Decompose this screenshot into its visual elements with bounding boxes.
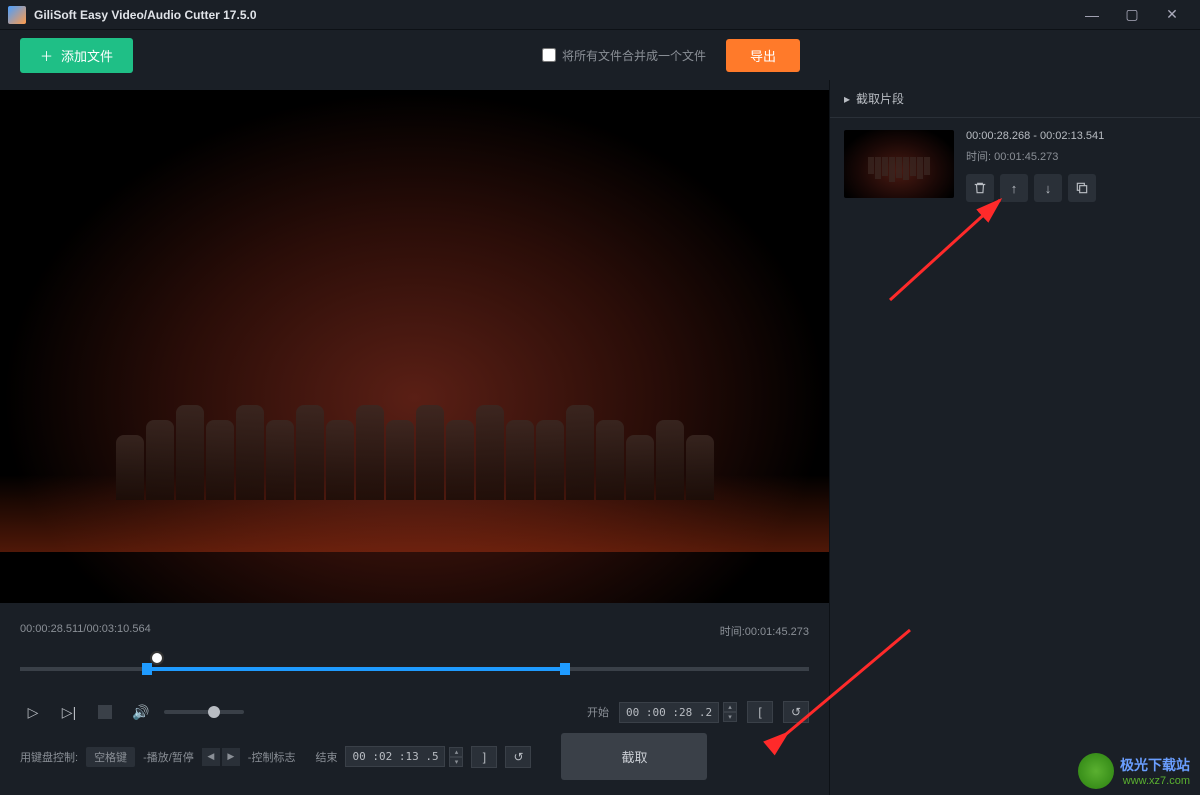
left-panel: 00:00:28.511/00:03:10.564 时间:00:01:45.27… xyxy=(0,80,830,795)
copy-icon xyxy=(1075,181,1089,195)
toolbar: ＋ 添加文件 将所有文件合并成一个文件 导出 xyxy=(0,30,1200,80)
add-file-button[interactable]: ＋ 添加文件 xyxy=(20,38,133,73)
minimize-button[interactable]: — xyxy=(1072,0,1112,30)
arrow-down-icon: ↓ xyxy=(1045,181,1052,196)
plus-icon: ＋ xyxy=(40,46,53,65)
stepper-up-icon[interactable]: ▴ xyxy=(723,702,737,712)
segments-header-label: 截取片段 xyxy=(856,90,904,107)
timeline-selection[interactable] xyxy=(146,667,564,671)
segment-info: 00:00:28.268 - 00:02:13.541 时间: 00:01:45… xyxy=(966,130,1186,202)
playhead-time: 00:00:28.511/00:03:10.564 xyxy=(20,623,151,639)
video-preview[interactable] xyxy=(0,90,829,603)
keyboard-hints: 用键盘控制: 空格键 -播放/暂停 ◀ ▶ -控制标志 结束 ▴ ▾ xyxy=(20,746,531,768)
maximize-button[interactable]: ▢ xyxy=(1112,0,1152,30)
arrow-up-icon: ↑ xyxy=(1011,181,1018,196)
reset-end-button[interactable]: ↺ xyxy=(505,746,531,768)
start-label: 开始 xyxy=(587,704,609,720)
space-key-badge: 空格键 xyxy=(86,747,135,767)
right-arrow-key-icon: ▶ xyxy=(222,748,240,766)
stepper-down-icon[interactable]: ▾ xyxy=(723,712,737,722)
end-time-input[interactable] xyxy=(345,746,445,767)
close-button[interactable]: ✕ xyxy=(1152,0,1192,30)
play-button[interactable]: ▷ xyxy=(20,699,46,725)
left-arrow-key-icon: ◀ xyxy=(202,748,220,766)
selection-start-handle[interactable] xyxy=(142,663,152,675)
keyboard-prefix: 用键盘控制: xyxy=(20,749,78,765)
watermark-logo-icon xyxy=(1078,753,1114,789)
playhead[interactable] xyxy=(150,651,164,665)
end-label: 结束 xyxy=(315,749,337,765)
volume-slider[interactable] xyxy=(164,710,244,714)
window-controls: — ▢ ✕ xyxy=(1072,0,1192,30)
copy-segment-button[interactable] xyxy=(1068,174,1096,202)
end-time-stepper[interactable]: ▴ ▾ xyxy=(449,747,463,767)
segments-header[interactable]: ▸ 截取片段 xyxy=(830,80,1200,118)
stop-button[interactable] xyxy=(92,699,118,725)
reset-start-button[interactable]: ↺ xyxy=(783,701,809,723)
watermark-line2: www.xz7.com xyxy=(1120,775,1190,787)
move-down-button[interactable]: ↓ xyxy=(1034,174,1062,202)
add-file-label: 添加文件 xyxy=(61,46,113,65)
merge-all-label: 将所有文件合并成一个文件 xyxy=(562,47,706,64)
set-end-bracket-button[interactable]: ] xyxy=(471,746,497,768)
merge-all-input[interactable] xyxy=(542,48,556,62)
move-up-button[interactable]: ↑ xyxy=(1000,174,1028,202)
segment-range: 00:00:28.268 - 00:02:13.541 xyxy=(966,130,1186,142)
segment-item[interactable]: 00:00:28.268 - 00:02:13.541 时间: 00:01:45… xyxy=(830,118,1200,214)
play-pause-hint: -播放/暂停 xyxy=(143,749,194,765)
app-title: GiliSoft Easy Video/Audio Cutter 17.5.0 xyxy=(34,8,1072,22)
start-time-stepper[interactable]: ▴ ▾ xyxy=(723,702,737,722)
watermark-line1: 极光下载站 xyxy=(1120,755,1190,775)
watermark: 极光下载站 www.xz7.com xyxy=(1078,753,1190,789)
segments-panel: ▸ 截取片段 00:00:28.268 - 00:02:13.541 时间: 0… xyxy=(830,80,1200,795)
timeline-area: 00:00:28.511/00:03:10.564 时间:00:01:45.27… xyxy=(0,613,829,795)
volume-icon[interactable]: 🔊 xyxy=(128,699,154,725)
export-button[interactable]: 导出 xyxy=(726,39,800,72)
control-mark-hint: -控制标志 xyxy=(248,749,296,765)
chevron-right-icon: ▸ xyxy=(844,92,850,106)
timeline[interactable] xyxy=(20,647,809,687)
segment-duration: 时间: 00:01:45.273 xyxy=(966,148,1186,164)
selection-duration: 时间:00:01:45.273 xyxy=(720,623,809,639)
stepper-up-icon[interactable]: ▴ xyxy=(449,747,463,757)
segment-thumbnail[interactable] xyxy=(844,130,954,198)
set-start-bracket-button[interactable]: [ xyxy=(747,701,773,723)
trash-icon xyxy=(973,181,987,195)
step-button[interactable]: ▷| xyxy=(56,699,82,725)
titlebar: GiliSoft Easy Video/Audio Cutter 17.5.0 … xyxy=(0,0,1200,30)
playback-controls: ▷ ▷| 🔊 开始 ▴ ▾ [ ↺ xyxy=(20,699,809,725)
main-area: 00:00:28.511/00:03:10.564 时间:00:01:45.27… xyxy=(0,80,1200,795)
start-time-input[interactable] xyxy=(619,702,719,723)
cut-button[interactable]: 截取 xyxy=(561,733,707,780)
delete-segment-button[interactable] xyxy=(966,174,994,202)
stepper-down-icon[interactable]: ▾ xyxy=(449,757,463,767)
app-icon xyxy=(8,6,26,24)
merge-all-checkbox[interactable]: 将所有文件合并成一个文件 xyxy=(542,47,706,64)
selection-end-handle[interactable] xyxy=(560,663,570,675)
